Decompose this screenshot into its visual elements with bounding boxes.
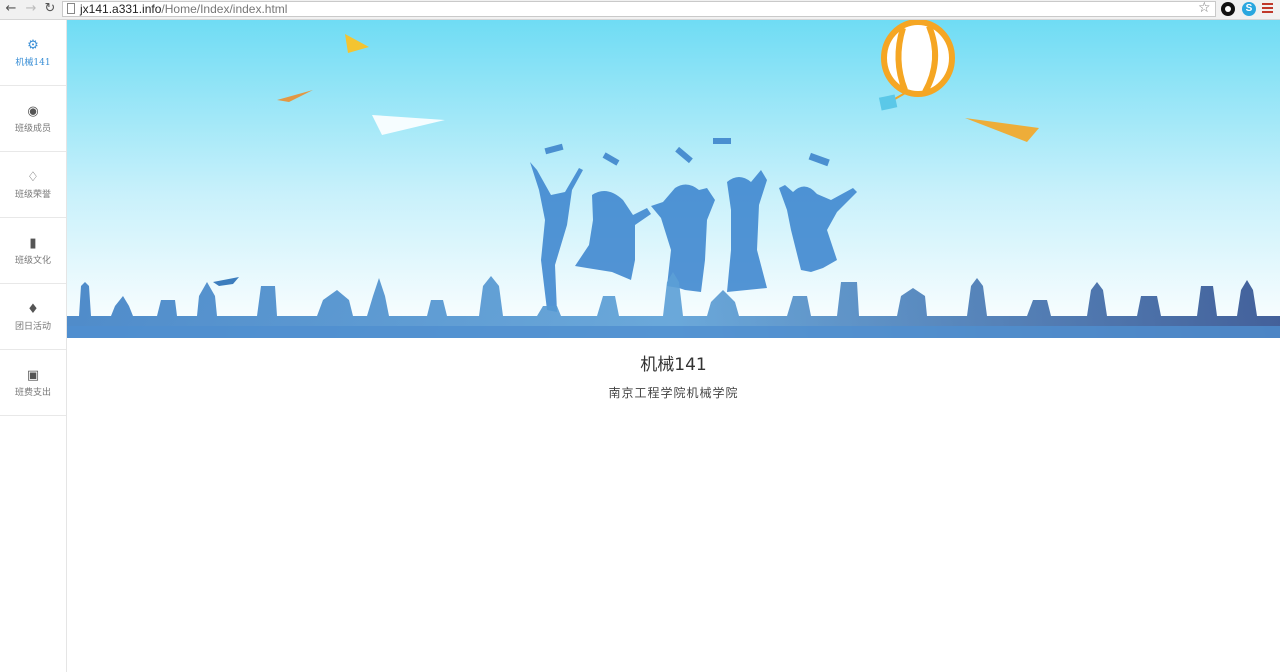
sidebar-item-expenses[interactable]: ▣ 班费支出: [0, 350, 66, 416]
page-title: 机械141: [640, 355, 707, 375]
sidebar: ⚙ 机械141 ◉ 班级成员 ♢ 班级荣誉 ▮ 班级文化 ♦ 团日活动 ▣ 班费…: [0, 20, 67, 672]
sidebar-item-label: 班级文化: [14, 256, 51, 266]
sidebar-item-label: 机械141: [15, 58, 51, 68]
page-subtitle: 南京工程学院机械学院: [608, 386, 739, 400]
sidebar-item-label: 班费支出: [14, 388, 51, 398]
bookmark-star-icon[interactable]: ☆: [1198, 0, 1211, 17]
money-icon: ▣: [26, 368, 40, 383]
back-icon[interactable]: ←: [3, 1, 19, 17]
gears-icon: ⚙: [27, 38, 39, 53]
microphone-icon: ♦: [27, 302, 39, 317]
sidebar-item-class-home[interactable]: ⚙ 机械141: [0, 20, 66, 86]
sidebar-item-activities[interactable]: ♦ 团日活动: [0, 284, 66, 350]
book-icon: ▮: [29, 236, 37, 251]
sidebar-item-label: 班级成员: [14, 124, 51, 134]
browser-toolbar: ← → ↻ jx141.a331.info/Home/Index/index.h…: [0, 0, 1280, 20]
sidebar-item-members[interactable]: ◉ 班级成员: [0, 86, 66, 152]
menu-icon[interactable]: [1262, 3, 1273, 14]
url-text: jx141.a331.info/Home/Index/index.html: [80, 2, 288, 16]
graduation-banner: [67, 20, 1280, 338]
address-bar[interactable]: jx141.a331.info/Home/Index/index.html: [62, 1, 1216, 17]
sidebar-item-honors[interactable]: ♢ 班级荣誉: [0, 152, 66, 218]
sidebar-item-culture[interactable]: ▮ 班级文化: [0, 218, 66, 284]
reload-icon[interactable]: ↻: [42, 1, 58, 17]
page-icon: [67, 3, 75, 14]
extension-icon[interactable]: [1221, 2, 1235, 16]
sidebar-item-label: 团日活动: [14, 322, 51, 332]
user-circle-icon: ◉: [27, 104, 39, 119]
sidebar-item-label: 班级荣誉: [14, 190, 51, 200]
diamond-icon: ♢: [27, 170, 39, 185]
skype-icon[interactable]: S: [1242, 2, 1256, 16]
banner-illustration: [67, 20, 1280, 338]
forward-icon[interactable]: →: [23, 1, 39, 17]
